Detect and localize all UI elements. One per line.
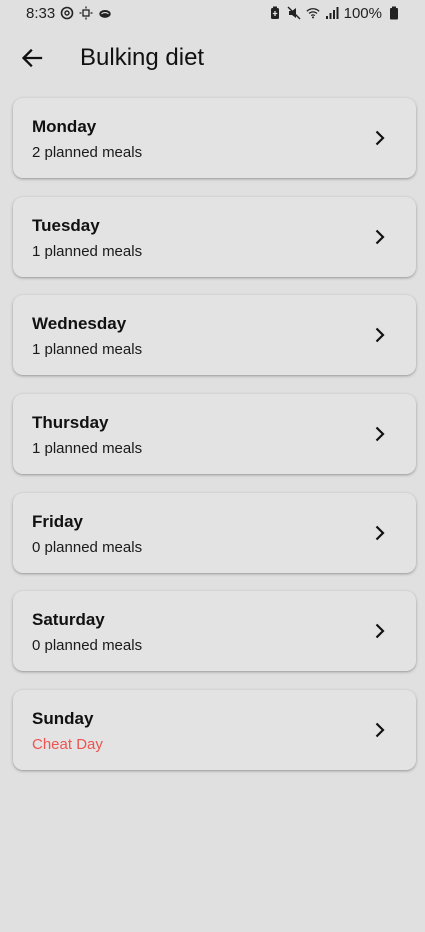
page-title: Bulking diet (80, 44, 205, 71)
brightness-icon (79, 6, 93, 20)
day-card-tuesday[interactable]: Tuesday 1 planned meals (13, 196, 416, 277)
chevron-right-icon (375, 229, 385, 244)
day-card-monday[interactable]: Monday 2 planned meals (13, 98, 416, 178)
day-card-sunday[interactable]: Sunday Cheat Day (13, 690, 416, 771)
cloud-icon (98, 6, 112, 20)
day-name: Tuesday (32, 215, 100, 235)
status-right: 100% (268, 5, 401, 22)
battery-icon (387, 6, 401, 20)
day-name: Monday (32, 117, 97, 136)
battery-percent: 100% (343, 4, 382, 22)
day-meal-count: 0 planned meals (32, 637, 143, 655)
day-meal-count: 2 planned meals (32, 144, 143, 161)
back-button[interactable] (4, 30, 60, 86)
day-card-friday[interactable]: Friday 0 planned meals (13, 492, 416, 573)
day-meal-count: 0 planned meals (32, 538, 143, 556)
threads-icon (60, 6, 74, 20)
day-name: Saturday (32, 610, 105, 630)
signal-icon (325, 6, 339, 20)
day-name: Thursday (32, 413, 109, 433)
day-card-thursday[interactable]: Thursday 1 planned meals (13, 394, 416, 475)
chevron-right-icon (375, 624, 385, 639)
arrow-left-icon (21, 48, 43, 68)
status-left: 8:33 (26, 5, 112, 22)
day-meal-count: 1 planned meals (32, 341, 143, 359)
wifi-icon (306, 6, 320, 20)
app-bar: Bulking diet (0, 30, 425, 86)
day-name: Sunday (32, 709, 94, 729)
status-bar: 8:33 100% (0, 0, 425, 26)
mute-icon (287, 6, 301, 20)
day-list: Monday 2 planned meals Tuesday 1 planned… (13, 98, 416, 789)
chevron-right-icon (375, 525, 385, 541)
day-name: Friday (32, 511, 84, 531)
day-meal-count: 1 planned meals (32, 242, 143, 260)
day-card-wednesday[interactable]: Wednesday 1 planned meals (13, 295, 416, 376)
battery-saver-icon (268, 6, 282, 20)
chevron-right-icon (375, 722, 385, 738)
status-time: 8:33 (26, 4, 56, 22)
chevron-right-icon (375, 130, 385, 146)
day-card-saturday[interactable]: Saturday 0 planned meals (13, 591, 416, 672)
chevron-right-icon (375, 328, 385, 343)
cheat-day-label: Cheat Day (32, 736, 103, 754)
chevron-right-icon (375, 426, 385, 442)
day-name: Wednesday (32, 314, 127, 334)
day-meal-count: 1 planned meals (32, 440, 143, 458)
